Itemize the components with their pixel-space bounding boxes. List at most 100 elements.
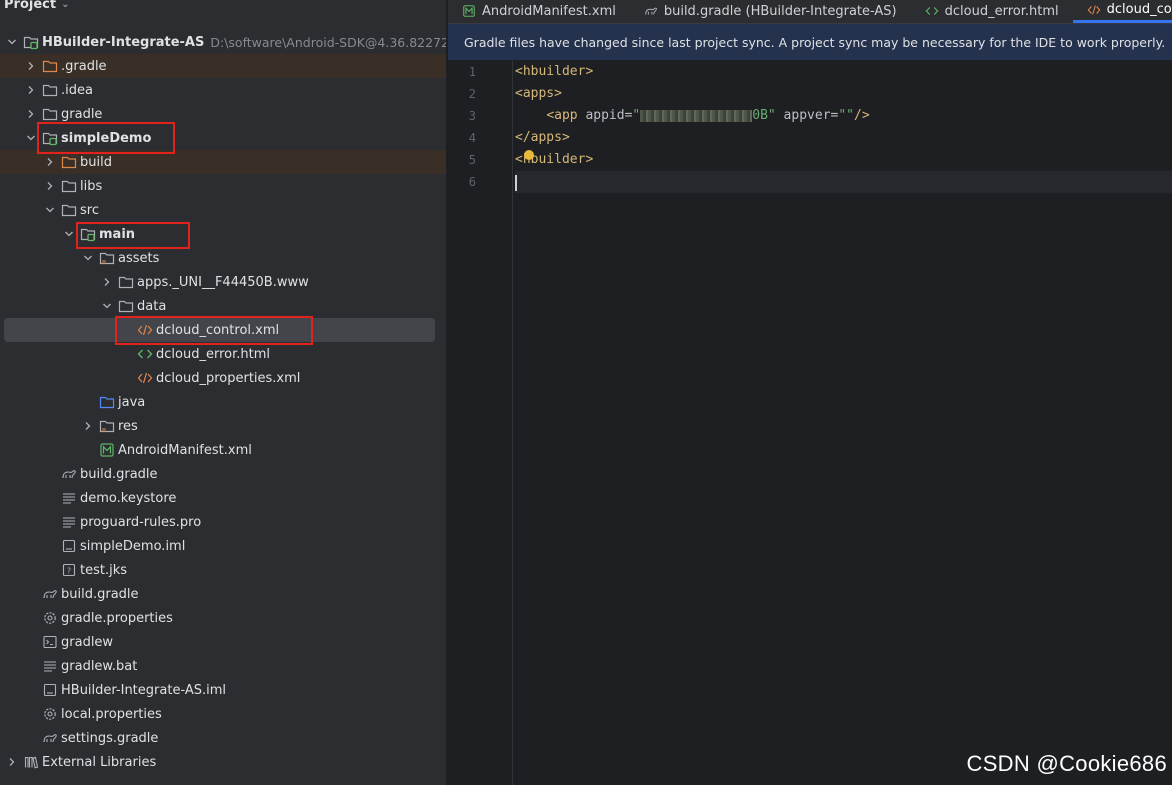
code-lines[interactable]: <hbuilder> <apps> <app appid=" 0B" appver… [515, 61, 1172, 193]
panel-title: Project [4, 0, 57, 12]
tree-test-jks[interactable]: ? test.jks [0, 558, 446, 582]
code-line-1[interactable]: <hbuilder> [515, 61, 1172, 83]
intention-bulb-icon[interactable] [524, 150, 534, 160]
tree-apps-uni[interactable]: apps._UNI__F44450B.www [0, 270, 446, 294]
gradle-file-icon [644, 4, 658, 18]
tree-data[interactable]: data [0, 294, 446, 318]
code-editor[interactable]: 123456 <hbuilder> <apps> <app appid=" 0B"… [448, 61, 1172, 785]
tree-main[interactable]: main [0, 222, 446, 246]
code-line-5[interactable]: <hbuilder> [515, 149, 1172, 171]
tree-gradle-properties[interactable]: gradle.properties [0, 606, 446, 630]
tree-proguard[interactable]: proguard-rules.pro [0, 510, 446, 534]
chevron-down-icon[interactable] [80, 250, 96, 266]
tree-item-label: simpleDemo.iml [80, 538, 186, 554]
tree-src[interactable]: src [0, 198, 446, 222]
orange-folder-icon [61, 154, 77, 170]
tree-root-hbuilder[interactable]: HBuilder-Integrate-AS D:\software\Android… [0, 30, 446, 54]
tree-build[interactable]: build [0, 150, 446, 174]
tree-gradlew[interactable]: gradlew [0, 630, 446, 654]
line-number: 1 [468, 65, 476, 79]
tree-gradle-hidden[interactable]: .gradle [0, 54, 446, 78]
tree-external-libraries[interactable]: External Libraries [0, 750, 446, 774]
manifest-file-icon [99, 442, 115, 458]
tree-gradle[interactable]: gradle [0, 102, 446, 126]
gradle-sync-notification: Gradle files have changed since last pro… [448, 24, 1172, 60]
code-line-3[interactable]: <app appid=" 0B" appver=""/> [515, 105, 1172, 127]
folder-icon [42, 82, 58, 98]
tab-label: build.gradle (HBuilder-Integrate-AS) [663, 3, 897, 19]
chevron-right-icon[interactable] [99, 274, 115, 290]
chevron-down-icon[interactable] [42, 202, 58, 218]
editor-tab[interactable]: AndroidManifest.xml [448, 0, 630, 23]
chevron-down-icon[interactable] [61, 226, 77, 242]
appid-visible-suffix: 0B [752, 108, 768, 123]
code-line-4[interactable]: </apps> [515, 127, 1172, 149]
xml-tag: <app [546, 108, 578, 123]
tree-gradlew-bat[interactable]: gradlew.bat [0, 654, 446, 678]
tree-item-path: D:\software\Android-SDK@4.36.82272_20241 [210, 34, 446, 50]
xml-attribute: appid= [577, 108, 633, 123]
gradle-file-icon [61, 466, 77, 482]
tree-item-label: gradlew [61, 634, 114, 650]
chevron-down-icon[interactable] [99, 298, 115, 314]
tree-assets[interactable]: assets [0, 246, 446, 270]
tree-demo-keystore[interactable]: demo.keystore [0, 486, 446, 510]
tree-item-label: build.gradle [61, 586, 139, 602]
code-line-2[interactable]: <apps> [515, 83, 1172, 105]
xml-tag: <apps> [515, 86, 562, 101]
chevron-right-icon[interactable] [42, 178, 58, 194]
tree-androidmanifest[interactable]: AndroidManifest.xml [0, 438, 446, 462]
tree-item-label: HBuilder-Integrate-AS.iml [61, 682, 227, 698]
tab-label: dcloud_control.xml [1106, 2, 1172, 17]
chevron-right-icon[interactable] [23, 106, 39, 122]
tree-libs[interactable]: libs [0, 174, 446, 198]
text-file-icon [61, 514, 77, 530]
chevron-right-icon[interactable] [42, 154, 58, 170]
tree-dcloud-error[interactable]: dcloud_error.html [0, 342, 446, 366]
resource-folder-icon [99, 418, 115, 434]
tree-simpledemo-iml[interactable]: simpleDemo.iml [0, 534, 446, 558]
tree-dcloud-properties[interactable]: dcloud_properties.xml [0, 366, 446, 390]
tree-build-gradle-module[interactable]: build.gradle [0, 462, 446, 486]
tree-idea[interactable]: .idea [0, 78, 446, 102]
line-number: 3 [468, 109, 476, 123]
tree-item-label: .idea [61, 82, 93, 98]
editor-tab-bar: AndroidManifest.xml build.gradle (HBuilde… [448, 0, 1172, 24]
chevron-right-icon[interactable] [23, 58, 39, 74]
editor-tab[interactable]: dcloud_control.xml [1072, 0, 1172, 23]
line-number: 6 [468, 175, 476, 189]
tree-item-label: settings.gradle [61, 730, 159, 746]
editor-area: AndroidManifest.xml build.gradle (HBuilde… [448, 0, 1172, 785]
chevron-down-icon[interactable]: ⌄ [61, 0, 69, 10]
chevron-right-icon[interactable] [80, 418, 96, 434]
editor-tab[interactable]: dcloud_error.html [911, 0, 1073, 23]
svg-text:?: ? [67, 567, 71, 576]
xml-tag: < [515, 152, 523, 167]
tree-hbuilder-iml[interactable]: HBuilder-Integrate-AS.iml [0, 678, 446, 702]
module-folder-icon [42, 130, 58, 146]
tree-item-label: dcloud_control.xml [156, 322, 280, 338]
tree-local-properties[interactable]: local.properties [0, 702, 446, 726]
tree-item-label: gradle [61, 106, 103, 122]
chevron-right-icon[interactable] [4, 754, 20, 770]
tree-item-label: local.properties [61, 706, 162, 722]
chevron-down-icon[interactable] [23, 130, 39, 146]
project-view-selector[interactable]: Project ⌄ [0, 0, 446, 12]
tree-item-label: build.gradle [80, 466, 158, 482]
project-tool-window: Project ⌄ HBuilder-Integrate-AS D:\softwa… [0, 0, 447, 785]
tree-settings-gradle[interactable]: settings.gradle [0, 726, 446, 750]
code-line-6[interactable] [515, 171, 1172, 193]
tree-build-gradle-root[interactable]: build.gradle [0, 582, 446, 606]
folder-icon [42, 106, 58, 122]
tree-simpledemo[interactable]: simpleDemo [0, 126, 446, 150]
editor-tab[interactable]: build.gradle (HBuilder-Integrate-AS) [630, 0, 911, 23]
chevron-right-icon[interactable] [23, 82, 39, 98]
tree-res[interactable]: res [0, 414, 446, 438]
chevron-down-icon[interactable] [4, 34, 20, 50]
tree-java[interactable]: java [0, 390, 446, 414]
tree-dcloud-control[interactable]: dcloud_control.xml [4, 318, 435, 342]
